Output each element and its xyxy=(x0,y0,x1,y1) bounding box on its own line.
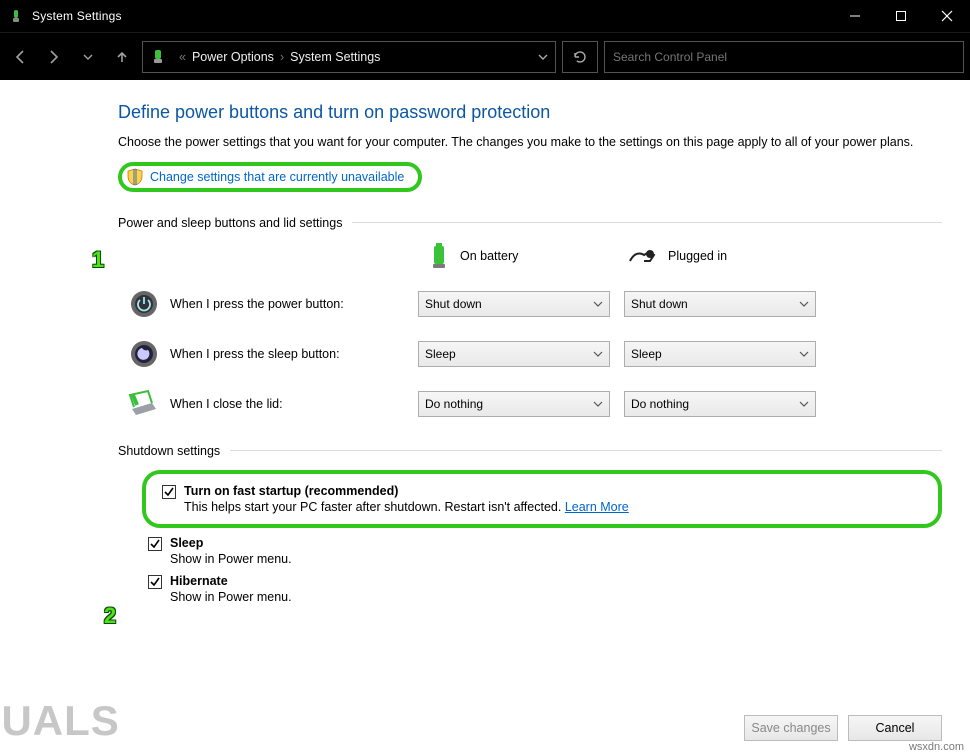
shield-icon xyxy=(126,168,144,186)
fast-startup-desc: This helps start your PC faster after sh… xyxy=(184,500,565,514)
nav-bar: « Power Options › System Settings xyxy=(0,32,970,80)
cancel-button[interactable]: Cancel xyxy=(848,715,942,741)
battery-icon xyxy=(428,242,450,270)
fast-startup-title: Turn on fast startup (recommended) xyxy=(184,484,398,498)
window-title: System Settings xyxy=(32,9,832,23)
address-bar[interactable]: « Power Options › System Settings xyxy=(142,41,556,73)
footer-buttons: Save changes Cancel xyxy=(744,715,942,741)
sleep-desc: Show in Power menu. xyxy=(170,552,292,566)
hibernate-checkbox[interactable] xyxy=(148,575,162,589)
save-changes-button[interactable]: Save changes xyxy=(744,715,838,741)
sleep-button-plugged-dropdown[interactable]: Sleep xyxy=(624,341,816,367)
power-sleep-group: Power and sleep buttons and lid settings… xyxy=(118,216,942,426)
back-button[interactable] xyxy=(6,43,34,71)
lid-plugged-dropdown[interactable]: Do nothing xyxy=(624,391,816,417)
hibernate-desc: Show in Power menu. xyxy=(170,590,292,604)
title-bar: System Settings xyxy=(0,0,970,32)
column-plugged-in: Plugged in xyxy=(628,246,828,266)
chevron-right-icon: › xyxy=(280,50,284,64)
power-options-icon xyxy=(149,48,167,66)
column-on-battery: On battery xyxy=(428,242,628,270)
annotation-badge-1: 1 xyxy=(84,246,112,274)
refresh-button[interactable] xyxy=(562,41,598,73)
hibernate-item: Hibernate Show in Power menu. xyxy=(142,570,942,608)
sleep-button-icon xyxy=(129,339,159,369)
power-button-plugged-dropdown[interactable]: Shut down xyxy=(624,291,816,317)
sleep-checkbox[interactable] xyxy=(148,537,162,551)
fast-startup-checkbox[interactable] xyxy=(162,485,176,499)
row-power-label: When I press the power button: xyxy=(170,297,418,311)
breadcrumb-power-options[interactable]: Power Options xyxy=(192,50,274,64)
hibernate-title: Hibernate xyxy=(170,574,228,588)
page-heading: Define power buttons and turn on passwor… xyxy=(118,102,942,123)
annotation-badge-2: 2 xyxy=(96,602,124,630)
sleep-title: Sleep xyxy=(170,536,203,550)
content-area: Define power buttons and turn on passwor… xyxy=(0,80,970,755)
divider xyxy=(230,450,942,451)
watermark: A PUALS xyxy=(0,697,120,745)
sleep-item: Sleep Show in Power menu. xyxy=(142,532,942,570)
chevron-down-icon xyxy=(799,299,809,309)
chevron-down-icon[interactable] xyxy=(537,51,549,63)
chevron-left-icon: « xyxy=(179,50,186,64)
recent-dropdown-button[interactable] xyxy=(74,43,102,71)
sleep-button-battery-dropdown[interactable]: Sleep xyxy=(418,341,610,367)
close-button[interactable] xyxy=(924,0,970,32)
fast-startup-highlight: Turn on fast startup (recommended) This … xyxy=(142,470,942,528)
maximize-button[interactable] xyxy=(878,0,924,32)
search-input[interactable] xyxy=(604,41,964,73)
forward-button[interactable] xyxy=(40,43,68,71)
chevron-down-icon xyxy=(593,349,603,359)
row-sleep-label: When I press the sleep button: xyxy=(170,347,418,361)
change-settings-link-highlight: Change settings that are currently unava… xyxy=(118,162,422,192)
laptop-lid-icon xyxy=(127,389,161,419)
divider xyxy=(352,222,942,223)
fast-startup-item: Turn on fast startup (recommended) This … xyxy=(156,480,928,518)
app-icon xyxy=(8,8,24,24)
row-sleep-button: When I press the sleep button: Sleep Sle… xyxy=(118,332,942,376)
intro-text: Choose the power settings that you want … xyxy=(118,133,918,152)
group2-title: Shutdown settings xyxy=(118,444,230,458)
chevron-down-icon xyxy=(593,399,603,409)
minimize-button[interactable] xyxy=(832,0,878,32)
shutdown-settings-group: Shutdown settings 2 Turn on fast startup… xyxy=(118,444,942,608)
source-label: wsxdn.com xyxy=(909,741,964,753)
plug-icon xyxy=(628,246,658,266)
learn-more-link[interactable]: Learn More xyxy=(565,500,629,514)
row-close-lid: When I close the lid: Do nothing Do noth… xyxy=(118,382,942,426)
chevron-down-icon xyxy=(799,399,809,409)
chevron-down-icon xyxy=(593,299,603,309)
lid-battery-dropdown[interactable]: Do nothing xyxy=(418,391,610,417)
power-button-battery-dropdown[interactable]: Shut down xyxy=(418,291,610,317)
chevron-down-icon xyxy=(799,349,809,359)
row-power-button: When I press the power button: Shut down… xyxy=(118,282,942,326)
up-button[interactable] xyxy=(108,43,136,71)
group1-title: Power and sleep buttons and lid settings xyxy=(118,216,352,230)
breadcrumb-system-settings[interactable]: System Settings xyxy=(290,50,380,64)
power-button-icon xyxy=(129,289,159,319)
row-lid-label: When I close the lid: xyxy=(170,397,418,411)
change-settings-link[interactable]: Change settings that are currently unava… xyxy=(150,170,404,184)
